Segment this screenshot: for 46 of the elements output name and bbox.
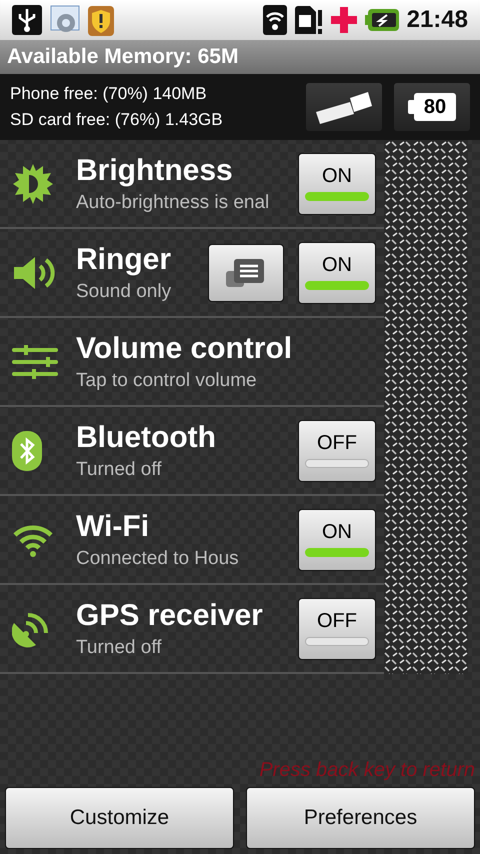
toggle-button[interactable]: ON — [298, 152, 376, 214]
bluetooth-icon — [12, 430, 42, 470]
row-subtitle: Turned off — [76, 636, 163, 660]
row-subtitle: Connected to Hous — [76, 546, 240, 570]
mode-button[interactable] — [208, 244, 284, 302]
wifi-signal-icon — [262, 5, 287, 35]
row-subtitle: Sound only — [76, 280, 172, 304]
row-title: Bluetooth — [76, 420, 217, 456]
row-subtitle: Auto-brightness is enal — [76, 190, 270, 214]
shield-warning-icon — [88, 4, 114, 36]
battery-level: 80 — [408, 93, 456, 121]
cross-icon — [330, 7, 357, 33]
settings-row[interactable]: Ringer Sound only ON — [0, 229, 384, 318]
flashlight-button[interactable] — [306, 83, 382, 131]
storage-text: SD card free: (76%) 1.43GB — [10, 109, 224, 131]
battery-charging-icon — [364, 9, 399, 31]
footer-button[interactable]: Customize — [5, 787, 234, 849]
hint-text: Press back key to return — [259, 758, 475, 783]
sim-card-icon — [294, 5, 323, 35]
footer-button[interactable]: Preferences — [246, 787, 475, 849]
storage-text: Phone free: (70%) 140MB — [10, 83, 208, 105]
header-title: Available Memory: 65M — [7, 44, 238, 70]
usb-icon — [12, 5, 42, 35]
settings-row[interactable]: GPS receiver Turned off OFF — [0, 585, 384, 674]
row-subtitle: Turned off — [76, 458, 163, 482]
toggle-button[interactable]: ON — [298, 242, 376, 304]
row-subtitle: Tap to control volume — [76, 368, 258, 392]
brightness-icon — [12, 162, 54, 204]
row-title: Brightness — [76, 152, 234, 188]
message-icon — [226, 256, 266, 288]
row-title: Wi-Fi — [76, 508, 150, 544]
settings-row[interactable]: Bluetooth Turned off OFF — [0, 407, 384, 496]
clock-time: 21:48 — [406, 5, 468, 35]
battery-button[interactable]: 80 — [394, 83, 470, 131]
toggle-button[interactable]: OFF — [298, 420, 376, 482]
flashlight-icon — [314, 90, 374, 124]
toggle-button[interactable]: OFF — [298, 598, 376, 660]
wifi-icon — [12, 522, 54, 556]
row-title: GPS receiver — [76, 598, 264, 634]
toggle-button[interactable]: ON — [298, 508, 376, 570]
settings-row[interactable]: Brightness Auto-brightness is enal ON — [0, 140, 384, 229]
settings-row[interactable]: Wi-Fi Connected to Hous ON — [0, 496, 384, 585]
speaker-icon — [12, 254, 56, 290]
row-title: Volume control — [76, 330, 294, 366]
sliders-icon — [12, 344, 58, 378]
row-title: Ringer — [76, 242, 172, 278]
